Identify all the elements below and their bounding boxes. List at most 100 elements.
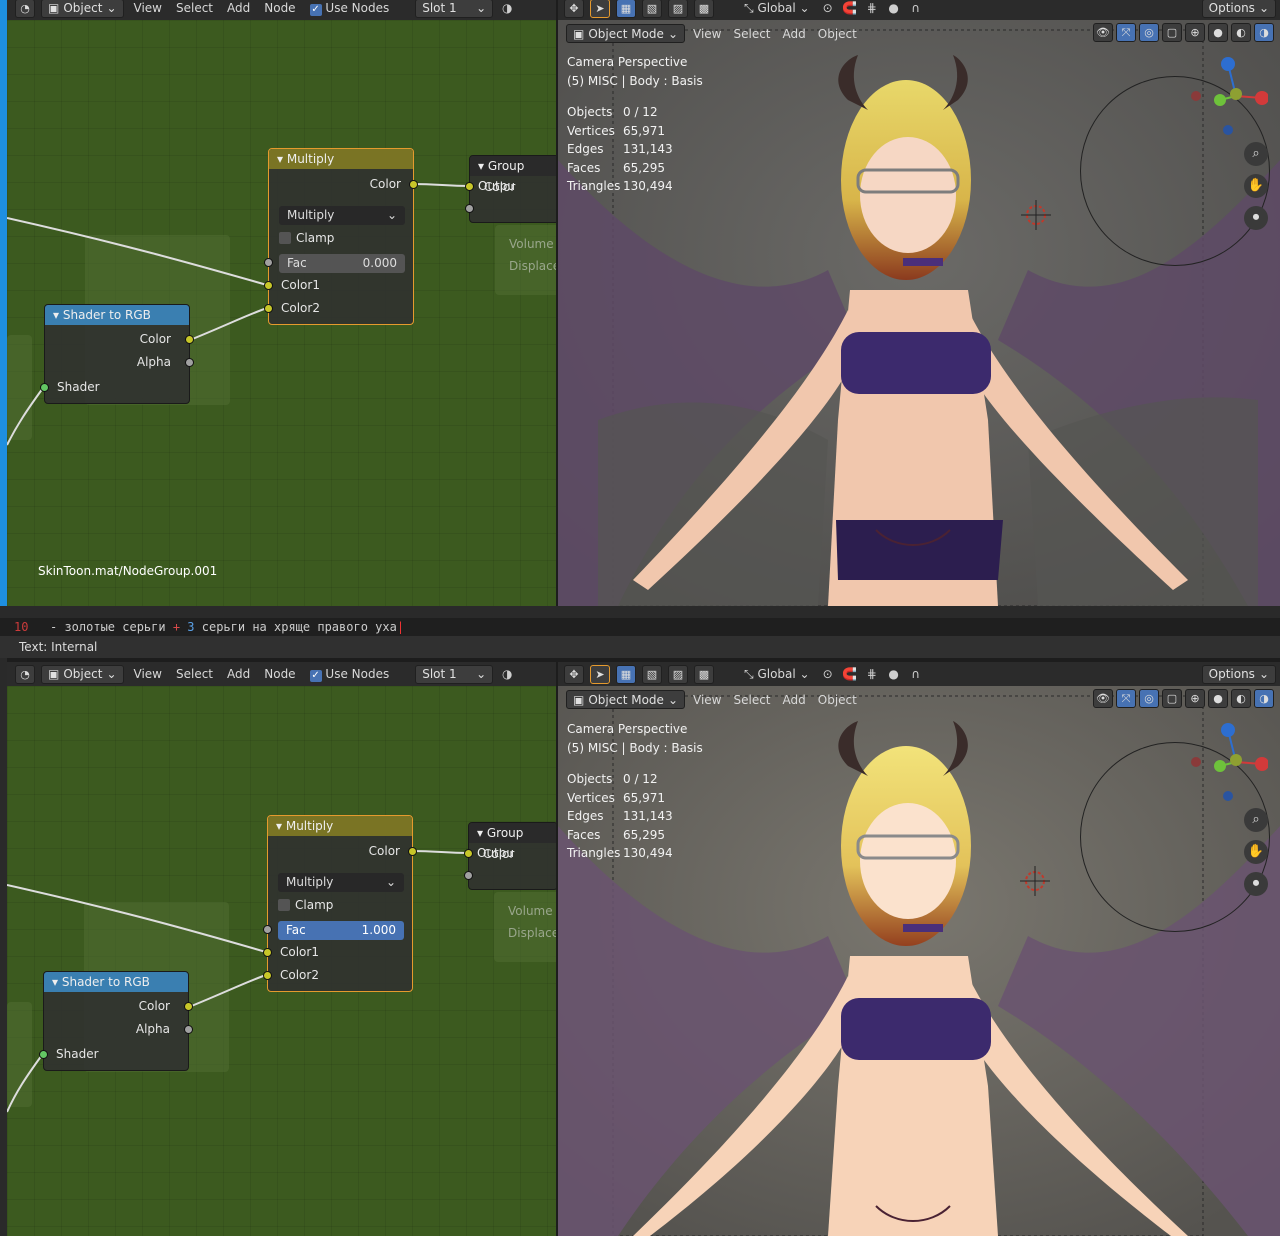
color1-socket[interactable] — [264, 281, 273, 290]
editor-type-icon[interactable]: ◔ — [15, 664, 35, 684]
use-nodes-checkbox[interactable]: ✓ Use Nodes — [306, 667, 394, 682]
clamp-checkbox[interactable]: Clamp — [278, 898, 333, 912]
pivot-icon[interactable]: ⊙ — [820, 666, 836, 682]
multiply-node[interactable]: ▾ Multiply Color Multiply ⌄ Clamp Fac 1.00… — [263, 815, 417, 992]
output-socket[interactable] — [408, 847, 417, 856]
visibility-icon[interactable]: 👁 — [1093, 23, 1113, 42]
select-box-icon[interactable]: ▦ — [616, 664, 636, 684]
fac-socket[interactable] — [263, 925, 272, 934]
group-output-header[interactable]: ▾ Group Outpu — [469, 823, 556, 860]
select-cursor-icon[interactable]: ➤ — [590, 664, 610, 684]
vp-menu-object[interactable]: Object — [814, 693, 861, 707]
overlay-icon[interactable]: ◎ — [1139, 23, 1159, 42]
snap-icon[interactable]: 🧲 — [842, 0, 858, 16]
menu-add[interactable]: Add — [223, 667, 254, 681]
shader-rgb-alpha-socket[interactable] — [185, 358, 194, 367]
menu-select[interactable]: Select — [172, 667, 217, 681]
falloff-icon[interactable]: ∩ — [908, 666, 924, 682]
select-intersect-icon[interactable]: ▩ — [694, 664, 714, 684]
zoom-icon[interactable]: ⌕ — [1244, 808, 1268, 832]
shading-icon[interactable]: ◑ — [499, 0, 515, 16]
slot-dropdown[interactable]: Slot 1 ⌄ — [415, 0, 494, 18]
snap-target-icon[interactable]: ⋕ — [864, 0, 880, 16]
pan-icon[interactable]: ✋ — [1244, 840, 1268, 864]
vp-menu-view[interactable]: View — [689, 693, 725, 707]
rendered-icon[interactable]: ◑ — [1254, 689, 1274, 708]
vp-menu-add[interactable]: Add — [779, 27, 810, 41]
proportional-icon[interactable]: ● — [886, 0, 902, 16]
clamp-checkbox[interactable]: Clamp — [279, 231, 334, 245]
color2-socket[interactable] — [264, 304, 273, 313]
shading-icon[interactable]: ◑ — [499, 666, 515, 682]
vp-menu-add[interactable]: Add — [779, 693, 810, 707]
pan-icon[interactable]: ✋ — [1244, 174, 1268, 198]
select-extend-icon[interactable]: ▧ — [642, 664, 662, 684]
3d-viewport[interactable]: ▣ Object Mode ⌄ View Select Add Object 👁 … — [558, 686, 1280, 1236]
group-output-header[interactable]: ▾ Group Outpu — [470, 156, 556, 193]
options-dropdown[interactable]: Options ⌄ — [1201, 664, 1276, 684]
multiply-node-header[interactable]: ▾ Multiply — [268, 816, 412, 836]
vp-menu-object[interactable]: Object — [814, 27, 861, 41]
gizmo-icon[interactable]: ⤧ — [1116, 23, 1136, 42]
material-icon[interactable]: ◐ — [1231, 689, 1251, 708]
use-nodes-checkbox[interactable]: ✓ Use Nodes — [306, 1, 394, 16]
axis-gizmo-icon[interactable] — [1188, 54, 1268, 144]
solid-icon[interactable]: ● — [1208, 689, 1228, 708]
transform-icon[interactable]: ✥ — [564, 664, 584, 684]
object-selector[interactable]: ▣ Object ⌄ — [41, 664, 124, 684]
shader-to-rgb-header[interactable]: ▾ Shader to RGB — [45, 305, 189, 325]
menu-view[interactable]: View — [130, 1, 166, 15]
wireframe-icon[interactable]: ⊕ — [1185, 23, 1205, 42]
overlay-icon[interactable]: ◎ — [1139, 689, 1159, 708]
vp-menu-select[interactable]: Select — [729, 693, 774, 707]
group-output-color-socket[interactable] — [465, 182, 474, 191]
object-mode-dropdown[interactable]: ▣ Object Mode ⌄ — [566, 690, 685, 709]
snap-target-icon[interactable]: ⋕ — [864, 666, 880, 682]
zoom-icon[interactable]: ⌕ — [1244, 142, 1268, 166]
select-intersect-icon[interactable]: ▩ — [694, 0, 714, 18]
shader-rgb-shader-socket[interactable] — [40, 383, 49, 392]
menu-node[interactable]: Node — [260, 667, 299, 681]
menu-select[interactable]: Select — [172, 1, 217, 15]
3d-viewport[interactable]: ▣ Object Mode ⌄ View Select Add Object 👁 … — [558, 20, 1280, 606]
multiply-node[interactable]: ▾ Multiply Color Multiply ⌄ Clamp Fac 0.00… — [264, 148, 418, 325]
vp-menu-select[interactable]: Select — [729, 27, 774, 41]
group-output-color-socket[interactable] — [464, 849, 473, 858]
fac-field[interactable]: Fac 0.000 — [279, 254, 405, 273]
global-orientation-dropdown[interactable]: ⤡ Global ⌄ — [740, 667, 814, 682]
shader-to-rgb-node[interactable]: ▾ Shader to RGB Color Alpha Shader — [39, 971, 193, 1071]
vp-menu-view[interactable]: View — [689, 27, 725, 41]
node-editor-canvas[interactable]: ▾ Multiply Color Multiply ⌄ Clamp Fac 1.00… — [7, 686, 556, 1236]
group-output-empty-socket[interactable] — [464, 871, 473, 880]
xray-icon[interactable]: ▢ — [1162, 689, 1182, 708]
slot-dropdown[interactable]: Slot 1 ⌄ — [415, 664, 494, 684]
group-output-node[interactable]: ▾ Group Outpu Color — [464, 822, 556, 890]
shader-rgb-shader-socket[interactable] — [39, 1050, 48, 1059]
group-output-empty-socket[interactable] — [465, 204, 474, 213]
pivot-icon[interactable]: ⊙ — [820, 0, 836, 16]
solid-icon[interactable]: ● — [1208, 23, 1228, 42]
color2-socket[interactable] — [263, 971, 272, 980]
axis-gizmo-icon[interactable] — [1188, 720, 1268, 810]
material-icon[interactable]: ◐ — [1231, 23, 1251, 42]
fac-socket[interactable] — [264, 258, 273, 267]
select-subtract-icon[interactable]: ▨ — [668, 664, 688, 684]
shader-rgb-alpha-socket[interactable] — [184, 1025, 193, 1034]
options-dropdown[interactable]: Options ⌄ — [1201, 0, 1276, 18]
multiply-node-header[interactable]: ▾ Multiply — [269, 149, 413, 169]
object-mode-dropdown[interactable]: ▣ Object Mode ⌄ — [566, 24, 685, 43]
xray-icon[interactable]: ▢ — [1162, 23, 1182, 42]
node-editor-canvas[interactable]: ▾ Multiply Color Multiply ⌄ Clamp Fac 0.00… — [7, 20, 556, 606]
output-socket[interactable] — [409, 180, 418, 189]
wireframe-icon[interactable]: ⊕ — [1185, 689, 1205, 708]
shader-rgb-color-socket[interactable] — [184, 1002, 193, 1011]
camera-icon[interactable]: ⏺ — [1244, 872, 1268, 896]
object-selector[interactable]: ▣ Object ⌄ — [41, 0, 124, 18]
visibility-icon[interactable]: 👁 — [1093, 689, 1113, 708]
menu-node[interactable]: Node — [260, 1, 299, 15]
blend-mode-dropdown[interactable]: Multiply ⌄ — [278, 873, 404, 892]
group-output-node[interactable]: ▾ Group Outpu Color — [465, 155, 556, 223]
select-cursor-icon[interactable]: ➤ — [590, 0, 610, 18]
color1-socket[interactable] — [263, 948, 272, 957]
snap-icon[interactable]: 🧲 — [842, 666, 858, 682]
